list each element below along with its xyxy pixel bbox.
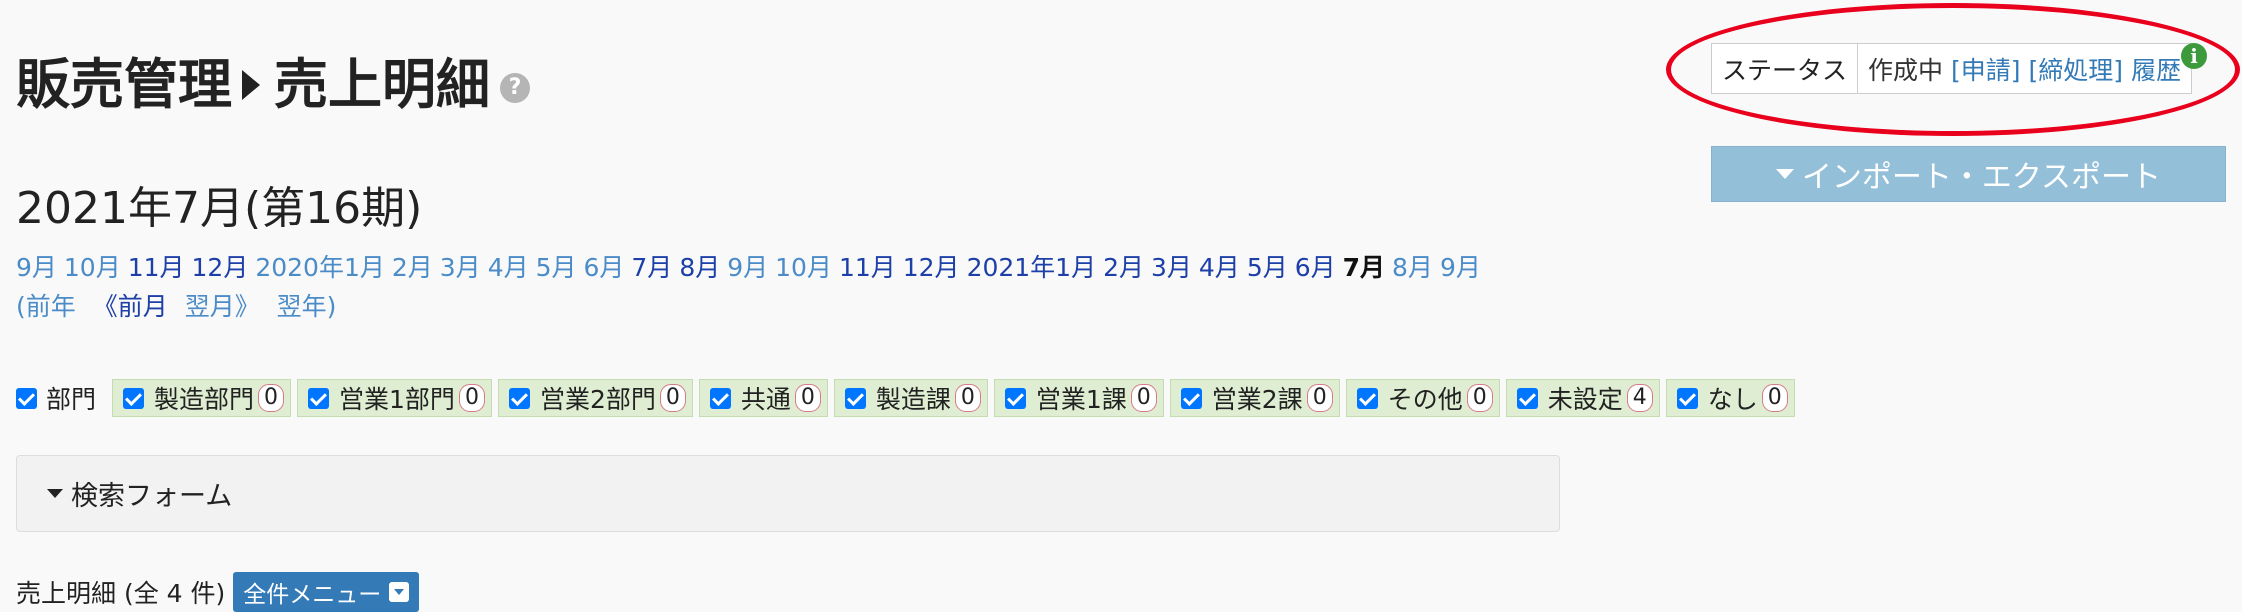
month-link[interactable]: 11月	[128, 253, 185, 282]
month-link[interactable]: 6月	[1295, 253, 1336, 282]
department-chip[interactable]: 営業1部門 0	[297, 379, 492, 417]
month-link[interactable]: 3月	[1151, 253, 1192, 282]
checkbox-icon[interactable]	[709, 387, 731, 409]
department-name: 製造課	[875, 385, 951, 414]
import-export-button[interactable]: インポート・エクスポート	[1711, 146, 2226, 202]
summary-text: 売上明細 (全 4 件)	[16, 579, 226, 608]
caret-right-icon	[242, 70, 260, 101]
month-link[interactable]: 10月	[64, 253, 121, 282]
department-name: 営業2部門	[539, 385, 656, 414]
month-current: 7月	[1342, 253, 1386, 282]
search-form-toggle[interactable]: 検索フォーム	[16, 455, 1560, 532]
import-export-label: インポート・エクスポート	[1801, 160, 2162, 195]
department-chip[interactable]: その他 0	[1345, 379, 1500, 417]
department-chip[interactable]: なし 0	[1665, 379, 1795, 417]
department-count: 0	[1306, 384, 1333, 412]
highlight-ellipse	[1666, 3, 2240, 136]
department-name: 共通	[740, 385, 791, 414]
department-count: 0	[1130, 384, 1157, 412]
period-nav: (前年 《前月 翌月》 翌年)	[16, 287, 345, 323]
checkbox-icon[interactable]	[16, 387, 37, 409]
month-link[interactable]: 5月	[1247, 253, 1288, 282]
department-name: 製造部門	[154, 385, 255, 414]
search-form-label: 検索フォーム	[71, 481, 233, 512]
month-links: 9月 10月 11月 12月 2020年1月 2月 3月 4月 5月 6月 7月 8月 9月 10月 11月…	[16, 248, 1488, 284]
month-link[interactable]: 5月	[536, 253, 577, 282]
department-chip[interactable]: 製造部門 0	[112, 379, 292, 417]
month-link[interactable]: 9月	[1440, 253, 1481, 282]
department-all-toggle[interactable]: 部門	[16, 380, 96, 416]
checkbox-icon[interactable]	[123, 387, 145, 409]
all-menu-label: 全件メニュー	[243, 582, 382, 608]
result-summary: 売上明細 (全 4 件) 全件メニュー	[16, 572, 420, 612]
department-chip[interactable]: 営業2部門 0	[497, 379, 693, 417]
department-count: 0	[659, 384, 686, 412]
department-count: 0	[794, 384, 821, 412]
next-year-link[interactable]: 翌年)	[277, 292, 337, 321]
month-link[interactable]: 4月	[488, 253, 529, 282]
question-circle-icon[interactable]: ?	[500, 73, 530, 104]
month-link[interactable]: 6月	[584, 253, 625, 282]
month-link[interactable]: 7月	[631, 253, 672, 282]
department-count: 0	[1761, 384, 1788, 412]
checkbox-icon[interactable]	[844, 387, 866, 409]
department-chip[interactable]: 営業1課 0	[993, 379, 1164, 417]
department-chip[interactable]: 共通 0	[698, 379, 828, 417]
month-link[interactable]: 9月	[727, 253, 768, 282]
department-label: 部門	[46, 385, 97, 414]
checkbox-icon[interactable]	[308, 387, 330, 409]
checkbox-icon[interactable]	[1004, 387, 1026, 409]
department-count: 4	[1626, 384, 1653, 412]
checkbox-icon[interactable]	[1180, 387, 1202, 409]
all-menu-button[interactable]: 全件メニュー	[233, 572, 420, 612]
month-link[interactable]: 9月	[16, 253, 57, 282]
department-count: 0	[954, 384, 981, 412]
department-name: 営業1部門	[339, 385, 455, 414]
department-name: なし	[1707, 385, 1758, 414]
period-title: 2021年7月(第16期)	[16, 183, 423, 234]
checkbox-icon[interactable]	[1516, 387, 1538, 409]
page-subtitle: 売上明細	[274, 53, 490, 116]
month-link[interactable]: 12月	[903, 253, 960, 282]
month-link[interactable]: 2020年1月	[255, 253, 385, 282]
month-link[interactable]: 2021年1月	[967, 253, 1097, 282]
checkbox-icon[interactable]	[1356, 387, 1378, 409]
department-filter: 部門 製造部門 0 営業1部門 0 営業2部門 0 共通 0 製造課 0 営業1課 0 営業2課 0 その他…	[16, 379, 1801, 417]
prev-month-link[interactable]: 《前月	[93, 292, 168, 321]
month-link[interactable]: 12月	[192, 253, 249, 282]
page-title: 販売管理 売上明細?	[16, 40, 530, 119]
checkbox-icon[interactable]	[1676, 387, 1698, 409]
month-link[interactable]: 8月	[679, 253, 720, 282]
month-link[interactable]: 11月	[839, 253, 896, 282]
department-chip[interactable]: 製造課 0	[833, 379, 988, 417]
department-chip[interactable]: 未設定 4	[1505, 379, 1660, 417]
department-name: その他	[1387, 385, 1463, 414]
caret-down-icon	[47, 489, 63, 498]
department-name: 未設定	[1547, 385, 1623, 414]
department-count: 0	[1466, 384, 1493, 412]
prev-year-link[interactable]: (前年	[16, 292, 76, 321]
month-link[interactable]: 10月	[775, 253, 832, 282]
department-count: 0	[458, 384, 485, 412]
month-link[interactable]: 3月	[440, 253, 481, 282]
department-chip[interactable]: 営業2課 0	[1169, 379, 1340, 417]
next-month-link[interactable]: 翌月》	[185, 292, 260, 321]
month-link[interactable]: 4月	[1199, 253, 1240, 282]
month-link[interactable]: 8月	[1392, 253, 1433, 282]
department-count: 0	[258, 384, 285, 412]
caret-down-icon	[1775, 169, 1794, 179]
section-title: 販売管理	[16, 53, 232, 116]
department-name: 営業2課	[1211, 385, 1303, 414]
caret-square-down-icon	[389, 582, 410, 602]
department-name: 営業1課	[1035, 385, 1127, 414]
checkbox-icon[interactable]	[508, 387, 530, 409]
month-link[interactable]: 2月	[1103, 253, 1144, 282]
month-link[interactable]: 2月	[392, 253, 433, 282]
